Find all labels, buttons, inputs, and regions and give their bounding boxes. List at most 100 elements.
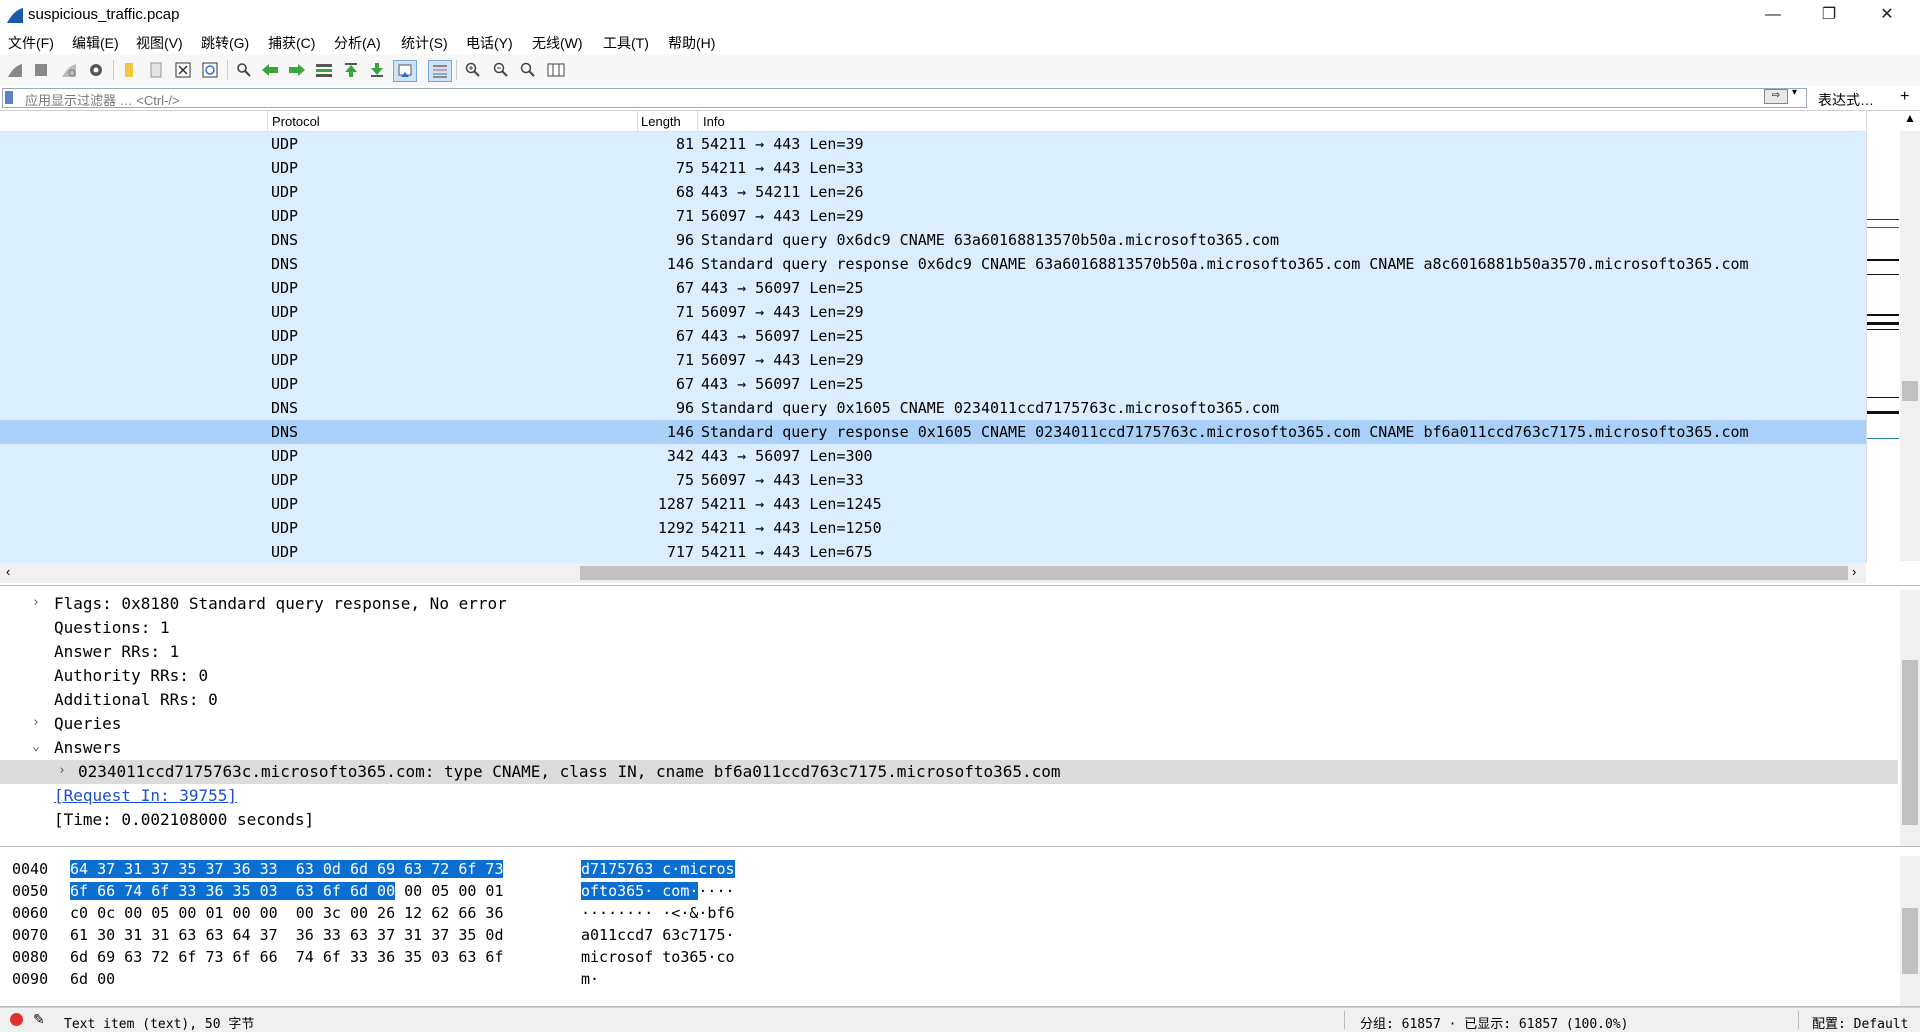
hex-bytes[interactable]: 64 37 31 37 35 37 36 33 63 0d 6d 69 63 7… bbox=[70, 860, 504, 878]
packet-row[interactable]: UDP 68 443 → 54211 Len=26 bbox=[0, 180, 1866, 204]
hex-bytes[interactable]: 6f 66 74 6f 33 36 35 03 63 6f 6d 00 00 0… bbox=[70, 882, 503, 900]
options-gear-icon[interactable] bbox=[85, 60, 107, 80]
stop-icon[interactable] bbox=[30, 60, 52, 80]
expert-info-status-icon[interactable] bbox=[10, 1013, 23, 1026]
packet-row[interactable]: UDP 342 443 → 56097 Len=300 bbox=[0, 444, 1866, 468]
resize-columns-icon[interactable] bbox=[545, 60, 567, 80]
menu-wireless[interactable]: 无线(W) bbox=[532, 33, 583, 53]
packet-minimap[interactable] bbox=[1866, 111, 1901, 563]
scroll-right-icon[interactable]: › bbox=[1852, 564, 1856, 579]
save-file-icon[interactable] bbox=[145, 60, 167, 80]
packet-row[interactable]: UDP 75 54211 → 443 Len=33 bbox=[0, 156, 1866, 180]
packet-row[interactable]: UDP 67 443 → 56097 Len=25 bbox=[0, 276, 1866, 300]
scroll-up-icon[interactable]: ▲ bbox=[1900, 111, 1920, 131]
zoom-in-icon[interactable] bbox=[462, 60, 484, 80]
packet-list-hscroll-thumb[interactable] bbox=[580, 566, 1848, 580]
restore-button[interactable]: ❐ bbox=[1802, 0, 1856, 30]
zoom-out-icon[interactable] bbox=[490, 60, 512, 80]
packet-row[interactable]: DNS 146 Standard query response 0x6dc9 CNA… bbox=[0, 252, 1866, 276]
ascii-bytes[interactable]: m· bbox=[581, 970, 599, 988]
colorize-icon[interactable] bbox=[428, 60, 452, 82]
column-header-length[interactable]: Length bbox=[641, 114, 681, 129]
packet-row[interactable]: UDP 71 56097 → 443 Len=29 bbox=[0, 348, 1866, 372]
edit-comment-icon[interactable]: ✎ bbox=[33, 1011, 45, 1028]
minimize-button[interactable]: — bbox=[1746, 0, 1800, 30]
packet-row[interactable]: UDP 71 56097 → 443 Len=29 bbox=[0, 204, 1866, 228]
packet-row[interactable]: UDP 75 56097 → 443 Len=33 bbox=[0, 468, 1866, 492]
menu-file[interactable]: 文件(F) bbox=[8, 33, 54, 53]
packet-list-hscroll[interactable]: ‹ › bbox=[0, 563, 1866, 583]
filter-history-dropdown[interactable]: ▾ bbox=[1792, 87, 1797, 98]
packet-row[interactable]: UDP 67 443 → 56097 Len=25 bbox=[0, 324, 1866, 348]
add-filter-button[interactable]: + bbox=[1900, 88, 1909, 106]
details-vscroll-thumb[interactable] bbox=[1902, 660, 1918, 825]
packet-list-vscroll[interactable] bbox=[1900, 131, 1920, 561]
packet-row[interactable]: DNS 96 Standard query 0x6dc9 CNAME 63a6016… bbox=[0, 228, 1866, 252]
open-file-icon[interactable] bbox=[118, 60, 140, 80]
menu-go[interactable]: 跳转(G) bbox=[201, 33, 249, 53]
close-button[interactable]: ✕ bbox=[1860, 0, 1914, 30]
hex-bytes[interactable]: 61 30 31 31 63 63 64 37 36 33 63 37 31 3… bbox=[70, 926, 503, 944]
detail-tree-item[interactable]: [Request In: 39755] bbox=[0, 784, 1898, 808]
column-header-info[interactable]: Info bbox=[703, 114, 725, 129]
packet-row[interactable]: UDP 1287 54211 → 443 Len=1245 bbox=[0, 492, 1866, 516]
ascii-bytes[interactable]: a011ccd7 63c7175· bbox=[581, 926, 735, 944]
packet-list-vscroll-thumb[interactable] bbox=[1902, 381, 1918, 401]
restart-icon[interactable] bbox=[58, 60, 80, 80]
packet-row[interactable]: UDP 81 54211 → 443 Len=39 bbox=[0, 132, 1866, 156]
menu-statistics[interactable]: 统计(S) bbox=[401, 33, 448, 53]
detail-tree-item[interactable]: Answer RRs: 1 bbox=[0, 640, 1898, 664]
detail-tree-item[interactable]: › Flags: 0x8180 Standard query response, … bbox=[0, 592, 1898, 616]
ascii-bytes[interactable]: microsof to365·co bbox=[581, 948, 735, 966]
packet-row[interactable]: UDP 1292 54211 → 443 Len=1250 bbox=[0, 516, 1866, 540]
status-profile[interactable]: 配置: Default bbox=[1812, 1013, 1908, 1032]
packet-row[interactable]: UDP 67 443 → 56097 Len=25 bbox=[0, 372, 1866, 396]
close-file-icon[interactable] bbox=[172, 60, 194, 80]
packet-row[interactable]: UDP 717 54211 → 443 Len=675 bbox=[0, 540, 1866, 564]
display-filter-input[interactable]: 应用显示过滤器 … <Ctrl-/> bbox=[2, 88, 1807, 108]
expression-button[interactable]: 表达式… bbox=[1818, 90, 1874, 110]
packet-row[interactable]: UDP 71 56097 → 443 Len=29 bbox=[0, 300, 1866, 324]
ascii-bytes[interactable]: ofto365· com····· bbox=[581, 882, 735, 900]
find-icon[interactable] bbox=[233, 60, 255, 80]
menu-tools[interactable]: 工具(T) bbox=[603, 33, 649, 53]
reload-icon[interactable] bbox=[199, 60, 221, 80]
hex-bytes[interactable]: c0 0c 00 05 00 01 00 00 00 3c 00 26 12 6… bbox=[70, 904, 503, 922]
packet-row[interactable]: DNS 96 Standard query 0x1605 CNAME 0234011… bbox=[0, 396, 1866, 420]
autoscroll-icon[interactable] bbox=[393, 60, 417, 82]
shark-fin-start-icon[interactable] bbox=[4, 60, 26, 80]
first-packet-icon[interactable] bbox=[340, 60, 362, 80]
menu-view[interactable]: 视图(V) bbox=[136, 33, 183, 53]
detail-tree-item[interactable]: Additional RRs: 0 bbox=[0, 688, 1898, 712]
forward-icon[interactable] bbox=[286, 60, 308, 80]
ascii-bytes[interactable]: ········ ·<·&·bf6 bbox=[581, 904, 735, 922]
detail-tree-item[interactable]: › 0234011ccd7175763c.microsofto365.com: t… bbox=[0, 760, 1898, 784]
hex-bytes[interactable]: 6d 00 bbox=[70, 970, 115, 988]
menu-analyze[interactable]: 分析(A) bbox=[334, 33, 381, 53]
filter-bookmark-icon[interactable] bbox=[5, 91, 13, 104]
request-in-link[interactable]: [Request In: 39755] bbox=[54, 786, 237, 805]
expand-arrow-icon[interactable]: › bbox=[58, 763, 66, 778]
apply-filter-button[interactable]: ⇨ bbox=[1764, 89, 1788, 104]
menu-help[interactable]: 帮助(H) bbox=[668, 33, 715, 53]
detail-tree-item[interactable]: [Time: 0.002108000 seconds] bbox=[0, 808, 1898, 832]
scroll-left-icon[interactable]: ‹ bbox=[6, 564, 10, 579]
expand-arrow-icon[interactable]: › bbox=[32, 715, 40, 730]
bytes-vscroll-thumb[interactable] bbox=[1902, 908, 1918, 974]
collapse-arrow-icon[interactable]: ⌄ bbox=[32, 739, 40, 754]
last-packet-icon[interactable] bbox=[366, 60, 388, 80]
detail-tree-item[interactable]: ⌄ Answers bbox=[0, 736, 1898, 760]
packet-row[interactable]: DNS 146 Standard query response 0x1605 CNA… bbox=[0, 420, 1866, 444]
detail-tree-item[interactable]: Questions: 1 bbox=[0, 616, 1898, 640]
menu-capture[interactable]: 捕获(C) bbox=[268, 33, 315, 53]
expand-arrow-icon[interactable]: › bbox=[32, 595, 40, 610]
menu-edit[interactable]: 编辑(E) bbox=[72, 33, 119, 53]
normal-size-icon[interactable] bbox=[517, 60, 539, 80]
back-icon[interactable] bbox=[259, 60, 281, 80]
ascii-bytes[interactable]: d7175763 c·micros bbox=[581, 860, 735, 878]
goto-packet-icon[interactable] bbox=[313, 60, 335, 80]
menu-telephony[interactable]: 电话(Y) bbox=[466, 33, 513, 53]
hex-bytes[interactable]: 6d 69 63 72 6f 73 6f 66 74 6f 33 36 35 0… bbox=[70, 948, 503, 966]
column-header-protocol[interactable]: Protocol bbox=[272, 114, 320, 129]
detail-tree-item[interactable]: › Queries bbox=[0, 712, 1898, 736]
